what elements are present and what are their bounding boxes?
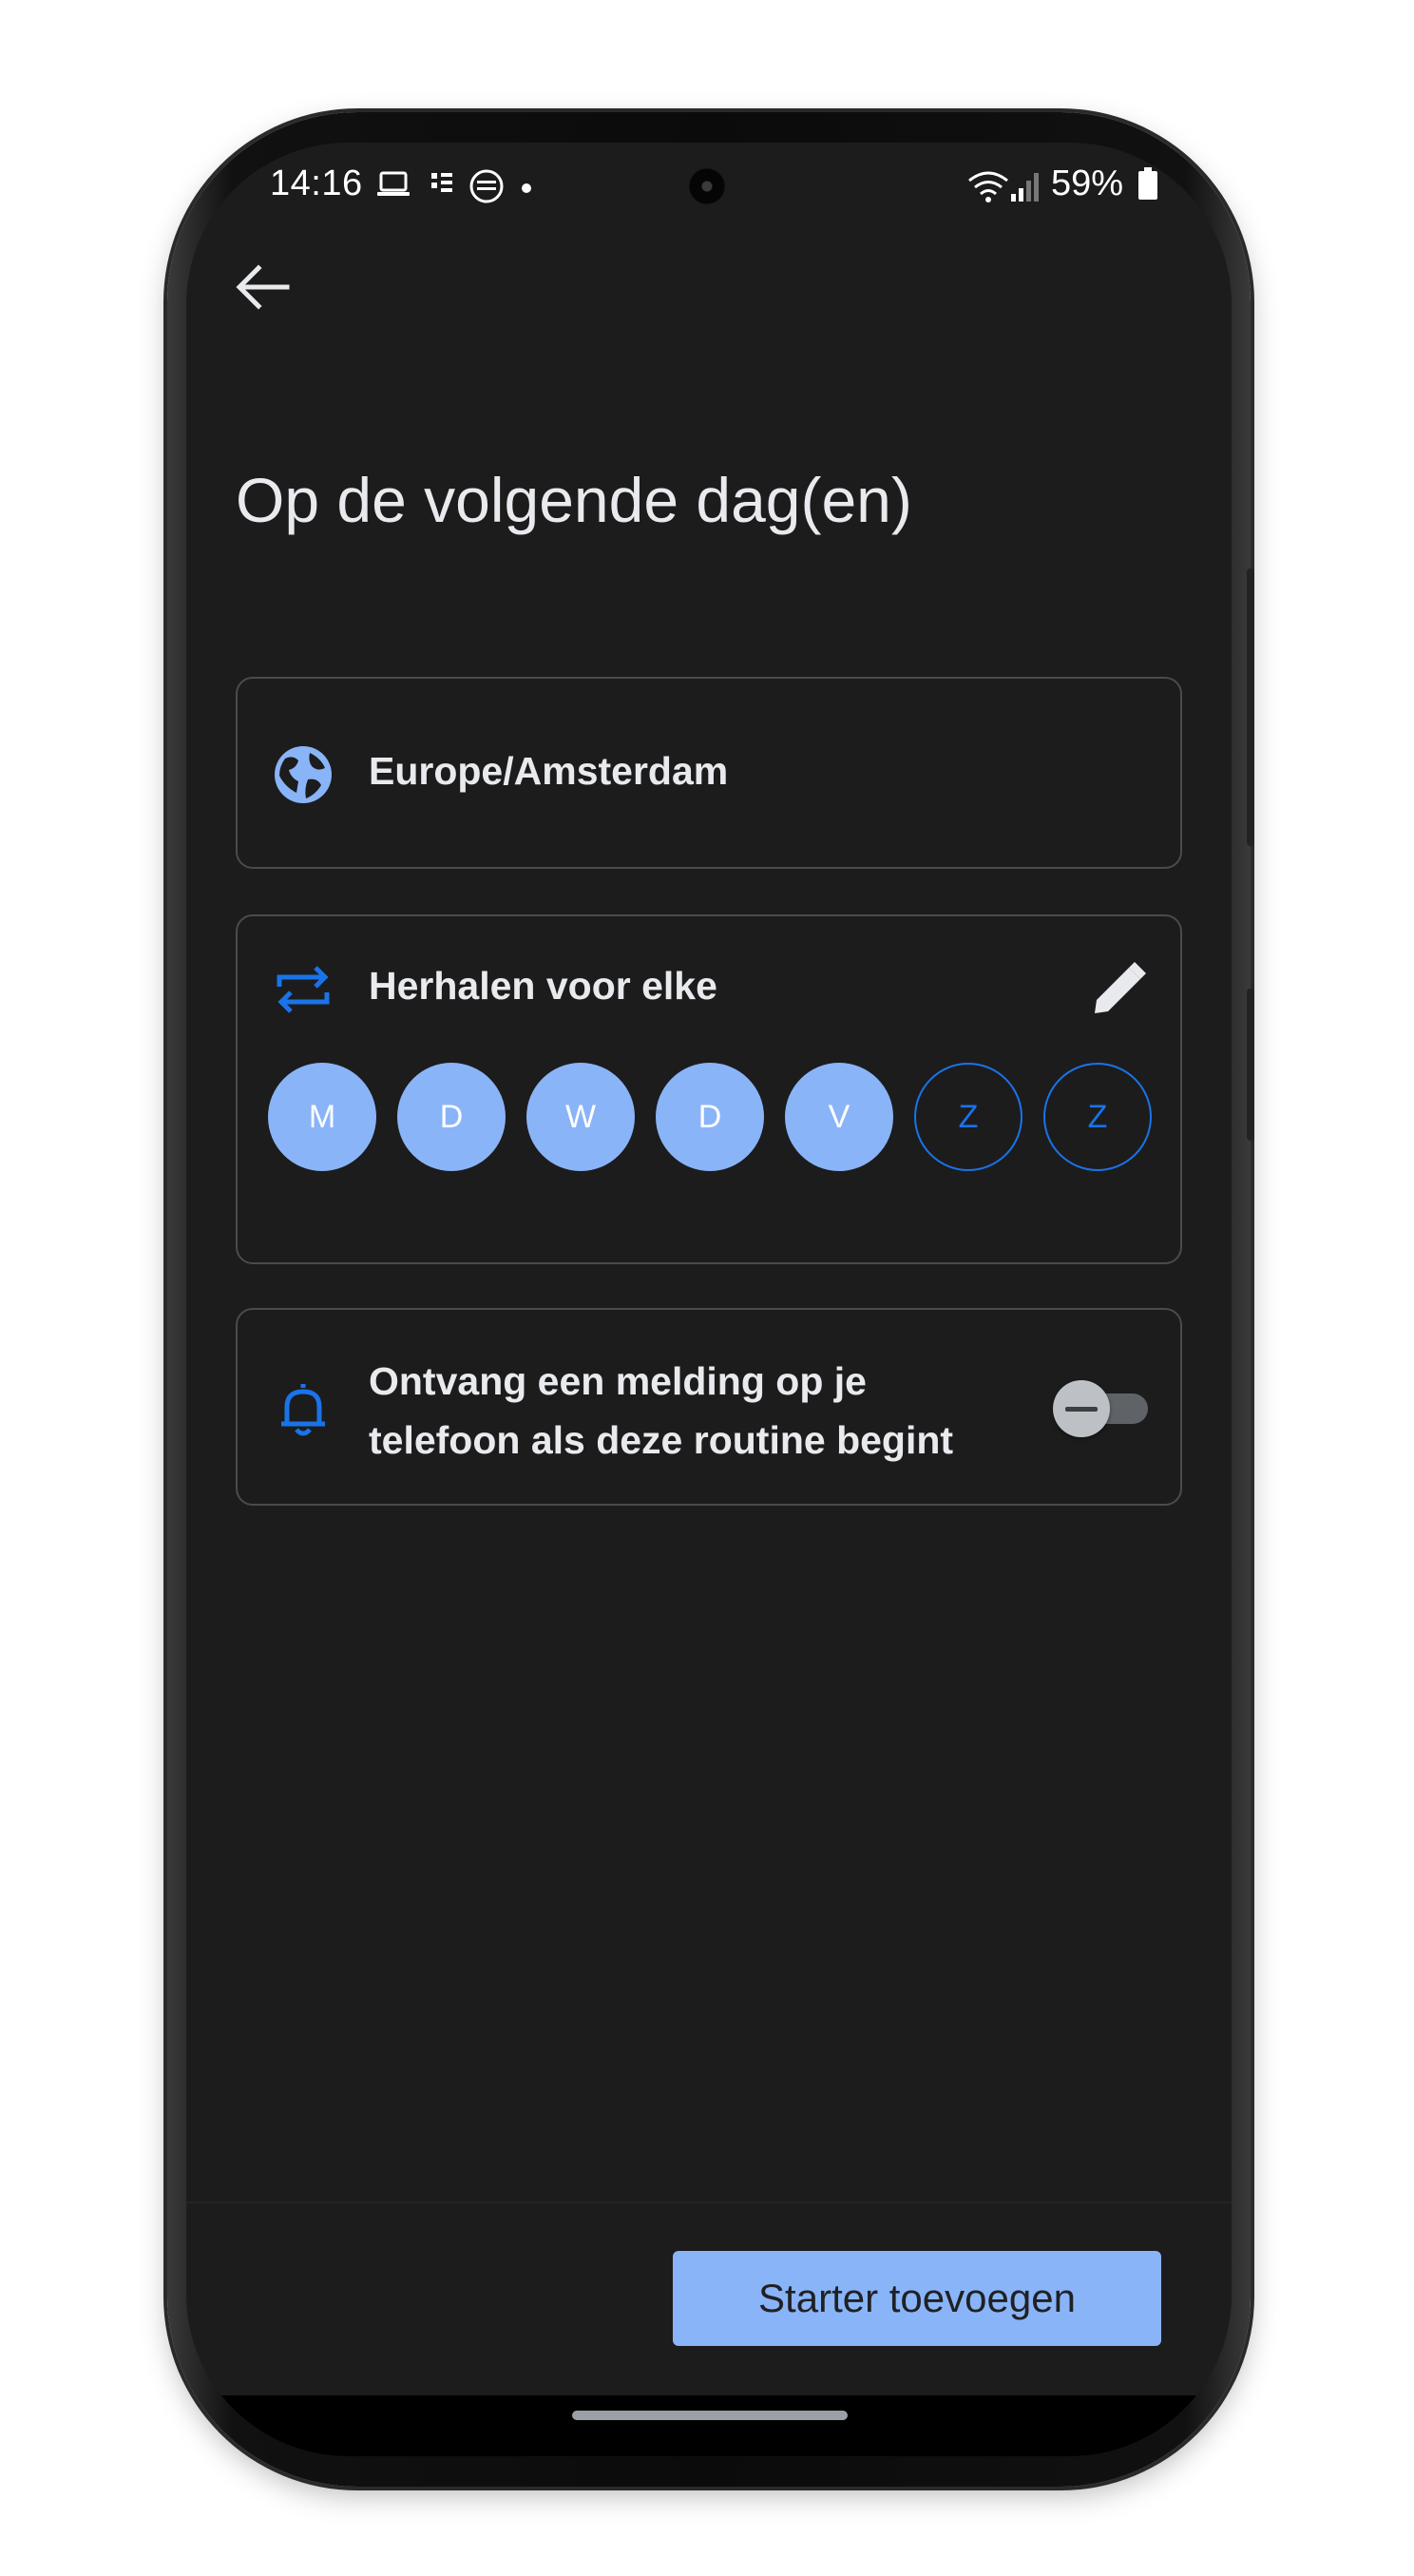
minus-icon — [1065, 1406, 1098, 1412]
notification-line: Ontvang een melding op je — [369, 1359, 867, 1403]
phone-side-button — [1247, 568, 1254, 846]
day-toggle[interactable]: Z — [1043, 1063, 1152, 1171]
front-camera — [688, 167, 726, 205]
nfc-icon — [431, 173, 452, 192]
day-toggle[interactable]: W — [526, 1063, 635, 1171]
app-screen: 14:16 59% Op de volgende dag(en) Europe/… — [186, 143, 1232, 2456]
pencil-icon — [1095, 962, 1146, 1013]
notification-line: telefoon als deze routine begint — [369, 1418, 954, 1462]
add-starter-button[interactable]: Starter toevoegen — [673, 2251, 1161, 2346]
weekday-selector: M D W D V Z Z — [268, 1063, 1161, 1173]
battery-icon — [1138, 167, 1157, 200]
footer-divider — [186, 2201, 1232, 2203]
globe-icon — [275, 746, 332, 803]
timezone-card[interactable]: Europe/Amsterdam — [236, 677, 1182, 869]
toggle-knob — [1053, 1380, 1110, 1437]
aqi-badge-icon — [469, 169, 504, 203]
day-toggle[interactable]: M — [268, 1063, 376, 1171]
navigation-bar — [186, 2395, 1232, 2456]
bell-icon — [281, 1384, 325, 1436]
edit-days-button[interactable] — [1089, 958, 1150, 1019]
battery-percentage: 59% — [1051, 163, 1124, 203]
notification-toggle[interactable] — [1053, 1380, 1157, 1437]
page-title: Op de volgende dag(en) — [236, 465, 912, 535]
repeat-icon — [277, 966, 330, 1013]
repeat-label: Herhalen voor elke — [369, 964, 717, 1008]
status-bar: 14:16 59% — [186, 143, 1232, 238]
status-time: 14:16 — [270, 163, 363, 203]
day-toggle[interactable]: Z — [914, 1063, 1022, 1171]
laptop-icon — [377, 171, 410, 196]
timezone-label: Europe/Amsterdam — [369, 749, 729, 793]
day-toggle[interactable]: V — [785, 1063, 893, 1171]
home-gesture-handle[interactable] — [572, 2411, 848, 2420]
notification-dot-icon — [522, 183, 531, 193]
back-button[interactable] — [228, 253, 296, 321]
notification-text: Ontvang een melding op je telefoon als d… — [369, 1352, 1034, 1470]
arrow-left-icon — [236, 264, 290, 310]
day-toggle[interactable]: D — [397, 1063, 506, 1171]
phone-side-button — [1247, 989, 1254, 1141]
repeat-card: Herhalen voor elke M D W D V Z Z — [236, 914, 1182, 1264]
signal-icon — [1011, 173, 1039, 202]
wifi-icon — [968, 171, 1008, 202]
day-toggle[interactable]: D — [656, 1063, 764, 1171]
notification-card: Ontvang een melding op je telefoon als d… — [236, 1308, 1182, 1506]
